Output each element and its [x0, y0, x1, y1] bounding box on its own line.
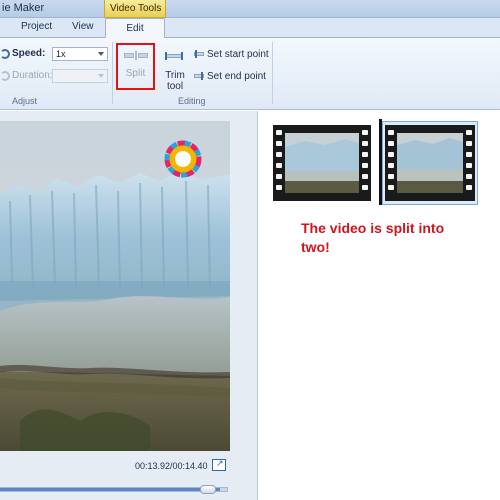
trim-tool-label[interactable]: Trim tool [164, 70, 186, 92]
seek-thumb[interactable] [200, 485, 216, 494]
video-tools-label: Video Tools [110, 3, 162, 14]
set-start-point-icon [194, 50, 204, 58]
set-end-point-icon [194, 72, 204, 80]
speed-dropdown[interactable]: 1x [52, 47, 108, 61]
speed-icon [0, 49, 10, 59]
group-divider [112, 42, 113, 104]
film-perforation [362, 141, 368, 146]
film-perforation [276, 185, 282, 190]
storyboard-clip-2[interactable] [385, 125, 475, 201]
adjust-group-label: Adjust [12, 96, 38, 106]
fullscreen-button[interactable]: ↗ [212, 458, 226, 471]
film-perforation [362, 163, 368, 168]
tab-view[interactable]: View [72, 21, 94, 32]
film-perforation [388, 185, 394, 190]
chevron-down-icon [98, 74, 104, 78]
film-perforation [466, 152, 472, 157]
set-end-point-button[interactable]: Set end point [207, 71, 266, 82]
tab-edit[interactable]: Edit [105, 18, 165, 39]
trim-tool-icon[interactable] [163, 52, 185, 60]
film-perforation [276, 152, 282, 157]
tab-edit-label: Edit [126, 23, 144, 34]
duration-icon [0, 71, 10, 81]
seek-bar-fill [0, 488, 220, 491]
ribbon-tab-bar: Project View Edit [0, 18, 500, 39]
film-perforation [362, 174, 368, 179]
film-perforation [276, 141, 282, 146]
film-perforation [466, 130, 472, 135]
video-preview[interactable] [0, 121, 230, 451]
editing-group-label: Editing [178, 96, 206, 106]
chevron-down-icon [98, 52, 104, 56]
expand-icon: ↗ [216, 458, 224, 468]
video-tools-context-tab: Video Tools [104, 0, 166, 18]
film-perforation [362, 152, 368, 157]
group-divider [272, 42, 273, 104]
film-perforation [466, 141, 472, 146]
film-perforation [362, 185, 368, 190]
film-perforation [388, 163, 394, 168]
film-perforation [276, 163, 282, 168]
film-perforation [388, 152, 394, 157]
film-perforation [388, 130, 394, 135]
ribbon: Speed: 1x Duration: Adjust Trim tool Set… [0, 38, 500, 110]
clip-1-thumbnail [285, 133, 359, 193]
film-perforation [388, 141, 394, 146]
split-button[interactable]: Split [116, 43, 155, 90]
split-icon [124, 51, 148, 60]
film-perforation [362, 130, 368, 135]
timecode-display: 00:13.92/00:14.40 [135, 461, 208, 471]
film-perforation [276, 130, 282, 135]
clip-2-thumbnail [397, 133, 463, 193]
storyboard-clip-1[interactable] [273, 125, 371, 201]
film-perforation [276, 174, 282, 179]
tab-project[interactable]: Project [21, 21, 52, 32]
film-perforation [466, 174, 472, 179]
film-perforation [466, 185, 472, 190]
duration-dropdown[interactable] [52, 69, 108, 83]
storyboard-pane: The video is split into two! [259, 111, 500, 500]
title-bar: ie Maker Video Tools [0, 0, 500, 18]
film-perforation [388, 174, 394, 179]
preview-pane: 00:13.92/00:14.40 ↗ [0, 111, 258, 500]
window-title: ie Maker [2, 2, 45, 14]
glacier-video-frame [0, 121, 230, 451]
set-start-point-button[interactable]: Set start point [207, 49, 269, 60]
channel-logo [164, 140, 202, 178]
duration-label: Duration: [12, 70, 53, 81]
annotation-text: The video is split into two! [301, 220, 445, 255]
split-marker [379, 119, 382, 205]
speed-value: 1x [56, 49, 66, 59]
split-label: Split [125, 68, 146, 79]
film-perforation [466, 163, 472, 168]
speed-label: Speed: [12, 48, 46, 59]
seek-bar[interactable] [0, 487, 228, 492]
